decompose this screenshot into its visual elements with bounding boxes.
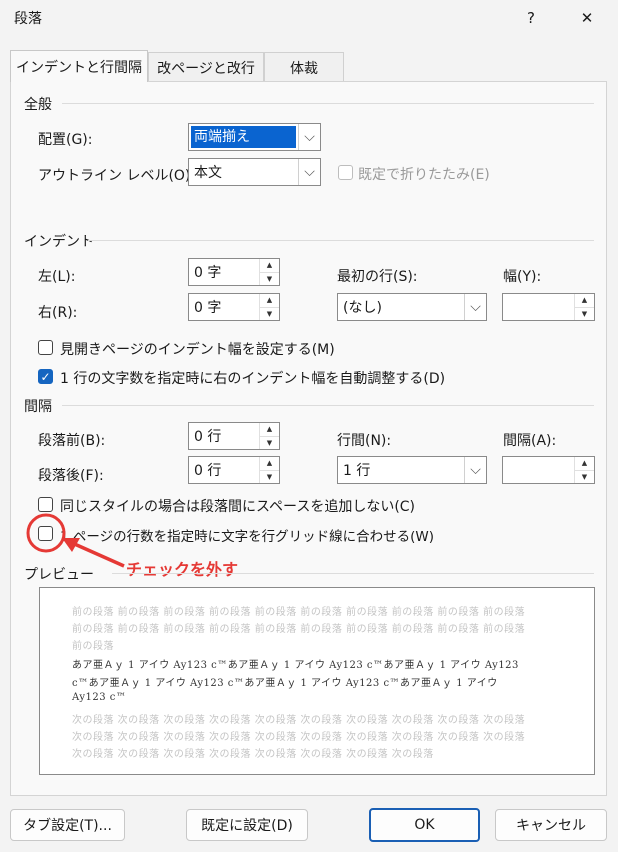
alignment-select[interactable]: 両端揃え ⌵ (188, 123, 321, 151)
chevron-down-icon: ⌵ (464, 294, 486, 320)
spacing-before-label: 段落前(B): (38, 433, 106, 449)
set-as-default-button[interactable]: 既定に設定(D) (186, 809, 308, 841)
preview-pane: 前の段落 前の段落 前の段落 前の段落 前の段落 前の段落 前の段落 前の段落 … (39, 587, 595, 775)
down-arrow-icon[interactable]: ▼ (260, 273, 279, 286)
indent-section-label: インデント (24, 234, 94, 250)
help-button[interactable]: ? (507, 0, 555, 36)
indent-left-label: 左(L): (38, 269, 76, 285)
alignment-label: 配置(G): (38, 132, 93, 148)
spinner-buttons[interactable]: ▲ ▼ (259, 259, 279, 285)
down-arrow-icon[interactable]: ▼ (260, 471, 279, 484)
spinner-buttons[interactable]: ▲ ▼ (259, 423, 279, 449)
preview-prev-line: 前の段落 (72, 641, 114, 652)
preview-main-line: あア亜Ａｙ 1 アイウ Ay123 c™あア亜Ａｙ 1 アイウ Ay123 c™… (72, 660, 519, 671)
arrow-shaft (69, 540, 125, 568)
tab-label: インデントと行間隔 (16, 59, 142, 76)
up-arrow-icon[interactable]: ▲ (575, 457, 594, 471)
spinner-buttons[interactable]: ▲ ▼ (574, 457, 594, 483)
line-spacing-value: 1 行 (343, 463, 371, 479)
spacing-before-value: 0 行 (194, 429, 222, 445)
indent-width-label: 幅(Y): (503, 269, 542, 285)
checkmark-icon: ✓ (40, 370, 51, 384)
preview-main-line: c™あア亜Ａｙ 1 アイウ Ay123 c™あア亜Ａｙ 1 アイウ Ay123 … (72, 678, 498, 689)
preview-prev-line: 前の段落 前の段落 前の段落 前の段落 前の段落 前の段落 前の段落 前の段落 … (72, 624, 526, 635)
preview-next-line: 次の段落 次の段落 次の段落 次の段落 次の段落 次の段落 次の段落 次の段落 … (72, 732, 526, 743)
tab-label: 体裁 (290, 60, 318, 77)
cancel-button[interactable]: キャンセル (495, 809, 607, 841)
up-arrow-icon[interactable]: ▲ (260, 457, 279, 471)
spacing-after-value: 0 行 (194, 463, 222, 479)
spacing-at-spinner[interactable]: ▲ ▼ (502, 456, 595, 484)
indent-left-value: 0 字 (194, 265, 222, 281)
tab-label: 改ページと改行 (157, 60, 255, 77)
outline-level-select[interactable]: 本文 ⌵ (188, 158, 321, 186)
spacing-section-label: 間隔 (24, 399, 52, 415)
divider (62, 103, 594, 104)
tab-line-page-breaks[interactable]: 改ページと改行 (148, 52, 264, 82)
preview-section-label: プレビュー (24, 564, 98, 584)
auto-adjust-right-indent-checkbox[interactable]: ✓ (38, 369, 53, 384)
down-arrow-icon[interactable]: ▼ (575, 471, 594, 484)
spacing-after-label: 段落後(F): (38, 468, 104, 484)
spacing-at-label: 間隔(A): (503, 433, 557, 449)
mirror-indents-label: 見開きページのインデント幅を設定する(M) (60, 342, 335, 358)
collapsed-checkbox[interactable] (338, 165, 353, 180)
preview-next-line: 次の段落 次の段落 次の段落 次の段落 次の段落 次の段落 次の段落 次の段落 … (72, 715, 526, 726)
spinner-buttons[interactable]: ▲ ▼ (259, 294, 279, 320)
preview-main-line: Ay123 c™ (72, 692, 127, 703)
indent-width-spinner[interactable]: ▲ ▼ (502, 293, 595, 321)
ok-button[interactable]: OK (369, 808, 480, 842)
chevron-down-icon: ⌵ (464, 457, 486, 483)
spinner-buttons[interactable]: ▲ ▼ (259, 457, 279, 483)
indent-right-spinner[interactable]: 0 字 ▲ ▼ (188, 293, 280, 321)
collapsed-label: 既定で折りたたみ(E) (358, 167, 490, 183)
outline-level-value: 本文 (194, 165, 222, 181)
mirror-indents-checkbox[interactable] (38, 340, 53, 355)
line-spacing-label: 行間(N): (337, 433, 392, 449)
up-arrow-icon[interactable]: ▲ (575, 294, 594, 308)
up-arrow-icon[interactable]: ▲ (260, 259, 279, 273)
window-title: 段落 (14, 11, 42, 27)
up-arrow-icon[interactable]: ▲ (260, 294, 279, 308)
preview-next-line: 次の段落 次の段落 次の段落 次の段落 次の段落 次の段落 次の段落 次の段落 (72, 749, 434, 760)
annotation-text: チェックを外す (126, 560, 239, 579)
line-spacing-select[interactable]: 1 行 ⌵ (337, 456, 487, 484)
preview-prev-line: 前の段落 前の段落 前の段落 前の段落 前の段落 前の段落 前の段落 前の段落 … (72, 607, 526, 618)
tab-indent-spacing[interactable]: インデントと行間隔 (10, 50, 148, 82)
close-icon: ✕ (580, 9, 594, 27)
chevron-down-icon: ⌵ (298, 124, 320, 150)
close-button[interactable]: ✕ (563, 0, 611, 36)
spacing-after-spinner[interactable]: 0 行 ▲ ▼ (188, 456, 280, 484)
no-space-same-style-checkbox[interactable] (38, 497, 53, 512)
spacing-before-spinner[interactable]: 0 行 ▲ ▼ (188, 422, 280, 450)
down-arrow-icon[interactable]: ▼ (260, 437, 279, 450)
divider (62, 405, 594, 406)
general-section-label: 全般 (24, 97, 52, 113)
indent-right-value: 0 字 (194, 300, 222, 316)
indent-right-label: 右(R): (38, 305, 78, 321)
tab-asian-typography[interactable]: 体裁 (264, 52, 344, 82)
alignment-value: 両端揃え (191, 126, 296, 148)
first-line-select[interactable]: (なし) ⌵ (337, 293, 487, 321)
chevron-down-icon: ⌵ (298, 159, 320, 185)
first-line-value: (なし) (343, 300, 382, 316)
auto-adjust-right-indent-label: 1 行の文字数を指定時に右のインデント幅を自動調整する(D) (60, 371, 446, 387)
divider (112, 573, 594, 574)
highlight-circle (26, 513, 66, 553)
indent-left-spinner[interactable]: 0 字 ▲ ▼ (188, 258, 280, 286)
down-arrow-icon[interactable]: ▼ (575, 308, 594, 321)
outline-level-label: アウトライン レベル(O): (38, 168, 196, 184)
spinner-buttons[interactable]: ▲ ▼ (574, 294, 594, 320)
up-arrow-icon[interactable]: ▲ (260, 423, 279, 437)
help-icon: ? (527, 9, 535, 27)
tab-settings-button[interactable]: タブ設定(T)... (10, 809, 125, 841)
divider (88, 240, 594, 241)
down-arrow-icon[interactable]: ▼ (260, 308, 279, 321)
first-line-label: 最初の行(S): (337, 269, 418, 285)
